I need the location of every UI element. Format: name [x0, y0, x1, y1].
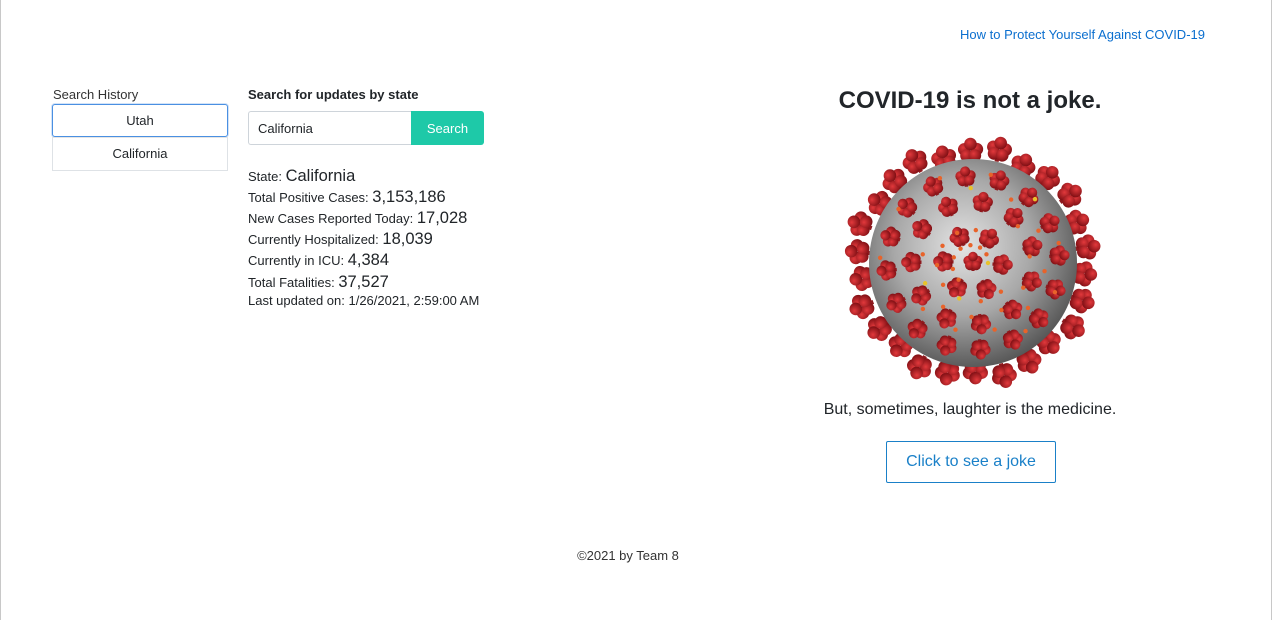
virus-dot — [998, 289, 1004, 294]
virus-dot — [922, 281, 928, 286]
protect-yourself-link[interactable]: How to Protect Yourself Against COVID-19 — [960, 27, 1205, 42]
search-history-list: Utah California — [52, 104, 228, 171]
virus-dot — [992, 327, 997, 332]
virus-dot — [934, 262, 940, 268]
virus-dot — [1021, 285, 1026, 290]
virus-dot — [968, 242, 973, 248]
virus-dot — [1027, 254, 1032, 259]
see-joke-button[interactable]: Click to see a joke — [886, 441, 1056, 483]
virus-dot — [969, 314, 974, 320]
virus-spike — [849, 294, 875, 320]
virus-dot — [940, 243, 945, 249]
virus-dot — [937, 176, 943, 181]
stat-state-value: California — [285, 167, 356, 185]
stat-new-value: 17,028 — [416, 209, 468, 228]
virus-dot — [1015, 224, 1021, 229]
stat-state: State: California — [248, 166, 479, 187]
virus-dot — [984, 252, 989, 257]
virus-dot — [920, 252, 925, 257]
coronavirus-image — [844, 136, 1101, 388]
virus-dot — [953, 327, 958, 332]
virus-dot — [956, 277, 961, 282]
virus-dot — [1056, 240, 1061, 246]
virus-dot — [1025, 305, 1031, 311]
joke-headline: COVID-19 is not a joke. — [838, 87, 1102, 114]
stat-positive-value: 3,153,186 — [372, 188, 446, 207]
history-item-california[interactable]: California — [52, 137, 228, 171]
stat-last-updated: Last updated on: 1/26/2021, 2:59:00 AM — [248, 292, 480, 308]
virus-dot — [1036, 228, 1041, 233]
virus-spike — [847, 211, 873, 236]
virus-dot — [920, 306, 926, 312]
virus-dot — [988, 172, 994, 177]
virus-spike — [844, 239, 871, 265]
virus-dot — [999, 307, 1004, 313]
stat-new-cases: New Cases Reported Today: 17,028 — [248, 208, 479, 229]
virus-dot — [951, 255, 957, 260]
stat-fatalities-label: Total Fatalities: — [248, 274, 339, 290]
virus-dot — [896, 206, 901, 212]
joke-tagline: But, sometimes, laughter is the medicine… — [823, 401, 1117, 418]
stat-fatalities-value: 37,527 — [338, 272, 389, 291]
virus-dot — [973, 227, 979, 233]
stat-hospitalized: Currently Hospitalized: 18,039 — [248, 229, 479, 250]
virus-dot — [940, 282, 946, 287]
stat-icu-value: 4,384 — [347, 251, 389, 270]
virus-dot — [978, 299, 983, 304]
state-search-input[interactable] — [248, 111, 411, 145]
state-stats: State: California Total Positive Cases: … — [248, 166, 479, 309]
virus-dot — [877, 255, 883, 261]
virus-dot — [950, 266, 956, 272]
stat-icu-label: Currently in ICU: — [248, 253, 348, 269]
virus-dot — [957, 296, 962, 301]
virus-dot — [1052, 290, 1058, 295]
history-item-utah[interactable]: Utah — [52, 104, 228, 137]
search-history-label: Search History — [53, 87, 139, 102]
virus-dot — [1008, 197, 1014, 202]
virus-dot — [1023, 328, 1028, 334]
virus-dot — [1032, 196, 1038, 202]
stat-state-label: State: — [248, 169, 286, 184]
stat-hospital-value: 18,039 — [382, 230, 433, 249]
search-form: Search — [248, 111, 484, 145]
search-button[interactable]: Search — [411, 111, 484, 145]
virus-dot — [954, 230, 960, 236]
search-heading: Search for updates by state — [248, 87, 419, 102]
stat-icu: Currently in ICU: 4,384 — [248, 250, 479, 271]
stat-positive-label: Total Positive Cases: — [248, 190, 373, 206]
virus-dot — [1042, 268, 1047, 274]
stat-hospital-label: Currently Hospitalized: — [248, 232, 383, 248]
virus-dot — [985, 260, 991, 266]
virus-dot — [968, 185, 973, 191]
virus-dot — [977, 245, 983, 250]
stat-fatalities: Total Fatalities: 37,527 — [248, 272, 479, 293]
virus-dot — [940, 304, 946, 309]
stat-positive: Total Positive Cases: 3,153,186 — [248, 187, 479, 208]
virus-spike — [987, 136, 1012, 163]
stat-new-label: New Cases Reported Today: — [248, 211, 417, 227]
virus-spike — [1075, 234, 1101, 260]
footer-copyright: ©2021 by Team 8 — [577, 548, 679, 563]
virus-dot — [958, 246, 963, 251]
